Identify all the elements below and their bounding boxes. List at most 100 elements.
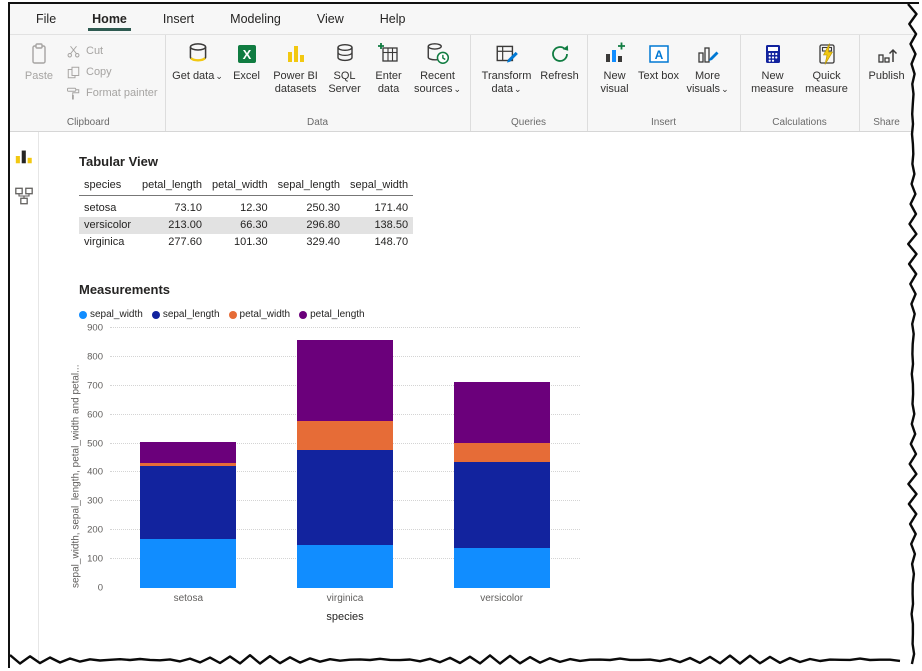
stacked-bar-chart[interactable]: sepal_width, sepal_length, petal_width a… <box>69 328 594 633</box>
tabular-view-table[interactable]: speciespetal_lengthpetal_widthsepal_leng… <box>79 176 413 251</box>
new-measure-calculator-icon <box>761 40 785 68</box>
chevron-down-icon: ⌄ <box>215 71 223 81</box>
value-cell: 101.30 <box>207 234 273 251</box>
get-data-button[interactable]: Get data⌄ <box>171 37 225 83</box>
publish-icon <box>875 40 899 68</box>
menu-tab-help[interactable]: Help <box>362 4 424 34</box>
quick-measure-icon <box>815 40 839 68</box>
svg-text:X: X <box>242 47 251 62</box>
x-axis-title: species <box>110 611 580 623</box>
table-row[interactable]: versicolor213.0066.30296.80138.50 <box>79 217 413 234</box>
publish-button[interactable]: Publish <box>865 37 909 83</box>
y-axis-ticks: 0100200300400500600700800900 <box>83 328 108 588</box>
value-cell: 277.60 <box>137 234 207 251</box>
transform-data-button[interactable]: Transform data⌄ <box>476 37 538 95</box>
excel-button[interactable]: X Excel <box>225 37 269 83</box>
quick-measure-button[interactable]: Quick measure <box>800 37 854 95</box>
copy-button[interactable]: Copy <box>65 64 158 80</box>
new-measure-button[interactable]: New measure <box>746 37 800 95</box>
species-cell: setosa <box>79 196 137 217</box>
paste-button[interactable]: Paste <box>17 37 61 83</box>
group-label-share: Share <box>865 116 909 131</box>
legend-label: sepal_length <box>163 309 220 320</box>
bar-segment-sepal_width[interactable] <box>140 539 236 589</box>
value-cell: 148.70 <box>345 234 413 251</box>
bar-segment-sepal_width[interactable] <box>297 545 393 588</box>
menu-tab-modeling[interactable]: Modeling <box>212 4 299 34</box>
legend-item-sepal_length[interactable]: sepal_length <box>152 309 220 320</box>
refresh-icon <box>548 40 572 68</box>
excel-icon: X <box>235 40 259 68</box>
bar-segment-sepal_length[interactable] <box>454 462 550 548</box>
bar-segment-petal_length[interactable] <box>140 442 236 463</box>
menu-tab-insert[interactable]: Insert <box>145 4 212 34</box>
refresh-button[interactable]: Refresh <box>538 37 582 83</box>
legend-label: petal_length <box>310 309 365 320</box>
table-header-row: speciespetal_lengthpetal_widthsepal_leng… <box>79 176 413 196</box>
more-visuals-button[interactable]: More visuals⌄ <box>681 37 735 95</box>
y-tick-label: 900 <box>87 323 103 334</box>
y-tick-label: 600 <box>87 409 103 420</box>
bar-segment-petal_width[interactable] <box>297 421 393 450</box>
bar-segment-sepal_length[interactable] <box>140 466 236 538</box>
y-tick-label: 800 <box>87 351 103 362</box>
chevron-down-icon: ⌄ <box>721 84 729 94</box>
sql-server-button[interactable]: SQL Server <box>323 37 367 95</box>
new-visual-icon <box>603 40 627 68</box>
menu-tab-home[interactable]: Home <box>74 4 145 34</box>
value-cell: 171.40 <box>345 196 413 217</box>
y-tick-label: 300 <box>87 496 103 507</box>
powerbi-dataset-icon <box>284 40 308 68</box>
bar-virginica[interactable] <box>297 328 393 588</box>
group-label-clipboard: Clipboard <box>17 116 160 131</box>
column-header[interactable]: petal_length <box>137 176 207 196</box>
legend-dot <box>79 311 87 319</box>
value-cell: 138.50 <box>345 217 413 234</box>
new-visual-button[interactable]: New visual <box>593 37 637 95</box>
chevron-down-icon: ⌄ <box>514 84 522 94</box>
value-cell: 12.30 <box>207 196 273 217</box>
menu-tab-file[interactable]: File <box>18 4 74 34</box>
bar-segment-petal_length[interactable] <box>297 340 393 420</box>
value-cell: 213.00 <box>137 217 207 234</box>
table-visual-title: Tabular View <box>79 154 158 169</box>
column-header[interactable]: sepal_width <box>345 176 413 196</box>
legend-dot <box>299 311 307 319</box>
sidebar-item-report-view[interactable] <box>12 146 36 170</box>
value-cell: 250.30 <box>273 196 345 217</box>
svg-text:A: A <box>654 48 663 62</box>
table-row[interactable]: virginica277.60101.30329.40148.70 <box>79 234 413 251</box>
menu-tab-view[interactable]: View <box>299 4 362 34</box>
group-label-data: Data <box>171 116 465 131</box>
enter-data-button[interactable]: Enter data <box>367 37 411 95</box>
column-header[interactable]: species <box>79 176 137 196</box>
bar-segment-petal_length[interactable] <box>454 382 550 444</box>
legend-item-petal_width[interactable]: petal_width <box>229 309 291 320</box>
more-visuals-icon <box>696 40 720 68</box>
app-frame: FileHomeInsertModelingViewHelp Paste <box>8 2 919 668</box>
column-header[interactable]: petal_width <box>207 176 273 196</box>
bar-segment-sepal_length[interactable] <box>297 450 393 545</box>
bar-segment-petal_width[interactable] <box>454 443 550 462</box>
bar-setosa[interactable] <box>140 328 236 588</box>
text-box-icon: A <box>647 40 671 68</box>
bar-versicolor[interactable] <box>454 328 550 588</box>
legend-item-sepal_width[interactable]: sepal_width <box>79 309 143 320</box>
power-bi-datasets-button[interactable]: Power BI datasets <box>269 37 323 95</box>
column-header[interactable]: sepal_length <box>273 176 345 196</box>
value-cell: 296.80 <box>273 217 345 234</box>
group-label-queries: Queries <box>476 116 582 131</box>
legend-item-petal_length[interactable]: petal_length <box>299 309 365 320</box>
cut-button[interactable]: Cut <box>65 43 158 59</box>
bar-segment-sepal_width[interactable] <box>454 548 550 588</box>
format-painter-button[interactable]: Format painter <box>65 85 158 101</box>
table-row[interactable]: setosa73.1012.30250.30171.40 <box>79 196 413 217</box>
report-canvas: Tabular View speciespetal_lengthpetal_wi… <box>39 132 919 668</box>
powerbi-window: FileHomeInsertModelingViewHelp Paste <box>0 0 922 671</box>
ribbon-group-calculations: New measure Quick measure Calculations <box>741 35 860 131</box>
sidebar-item-model-view[interactable] <box>12 186 36 210</box>
recent-sources-button[interactable]: Recent sources⌄ <box>411 37 465 95</box>
ribbon-group-share: Publish Share <box>860 35 915 131</box>
enter-data-table-icon <box>377 40 401 68</box>
text-box-button[interactable]: A Text box <box>637 37 681 83</box>
